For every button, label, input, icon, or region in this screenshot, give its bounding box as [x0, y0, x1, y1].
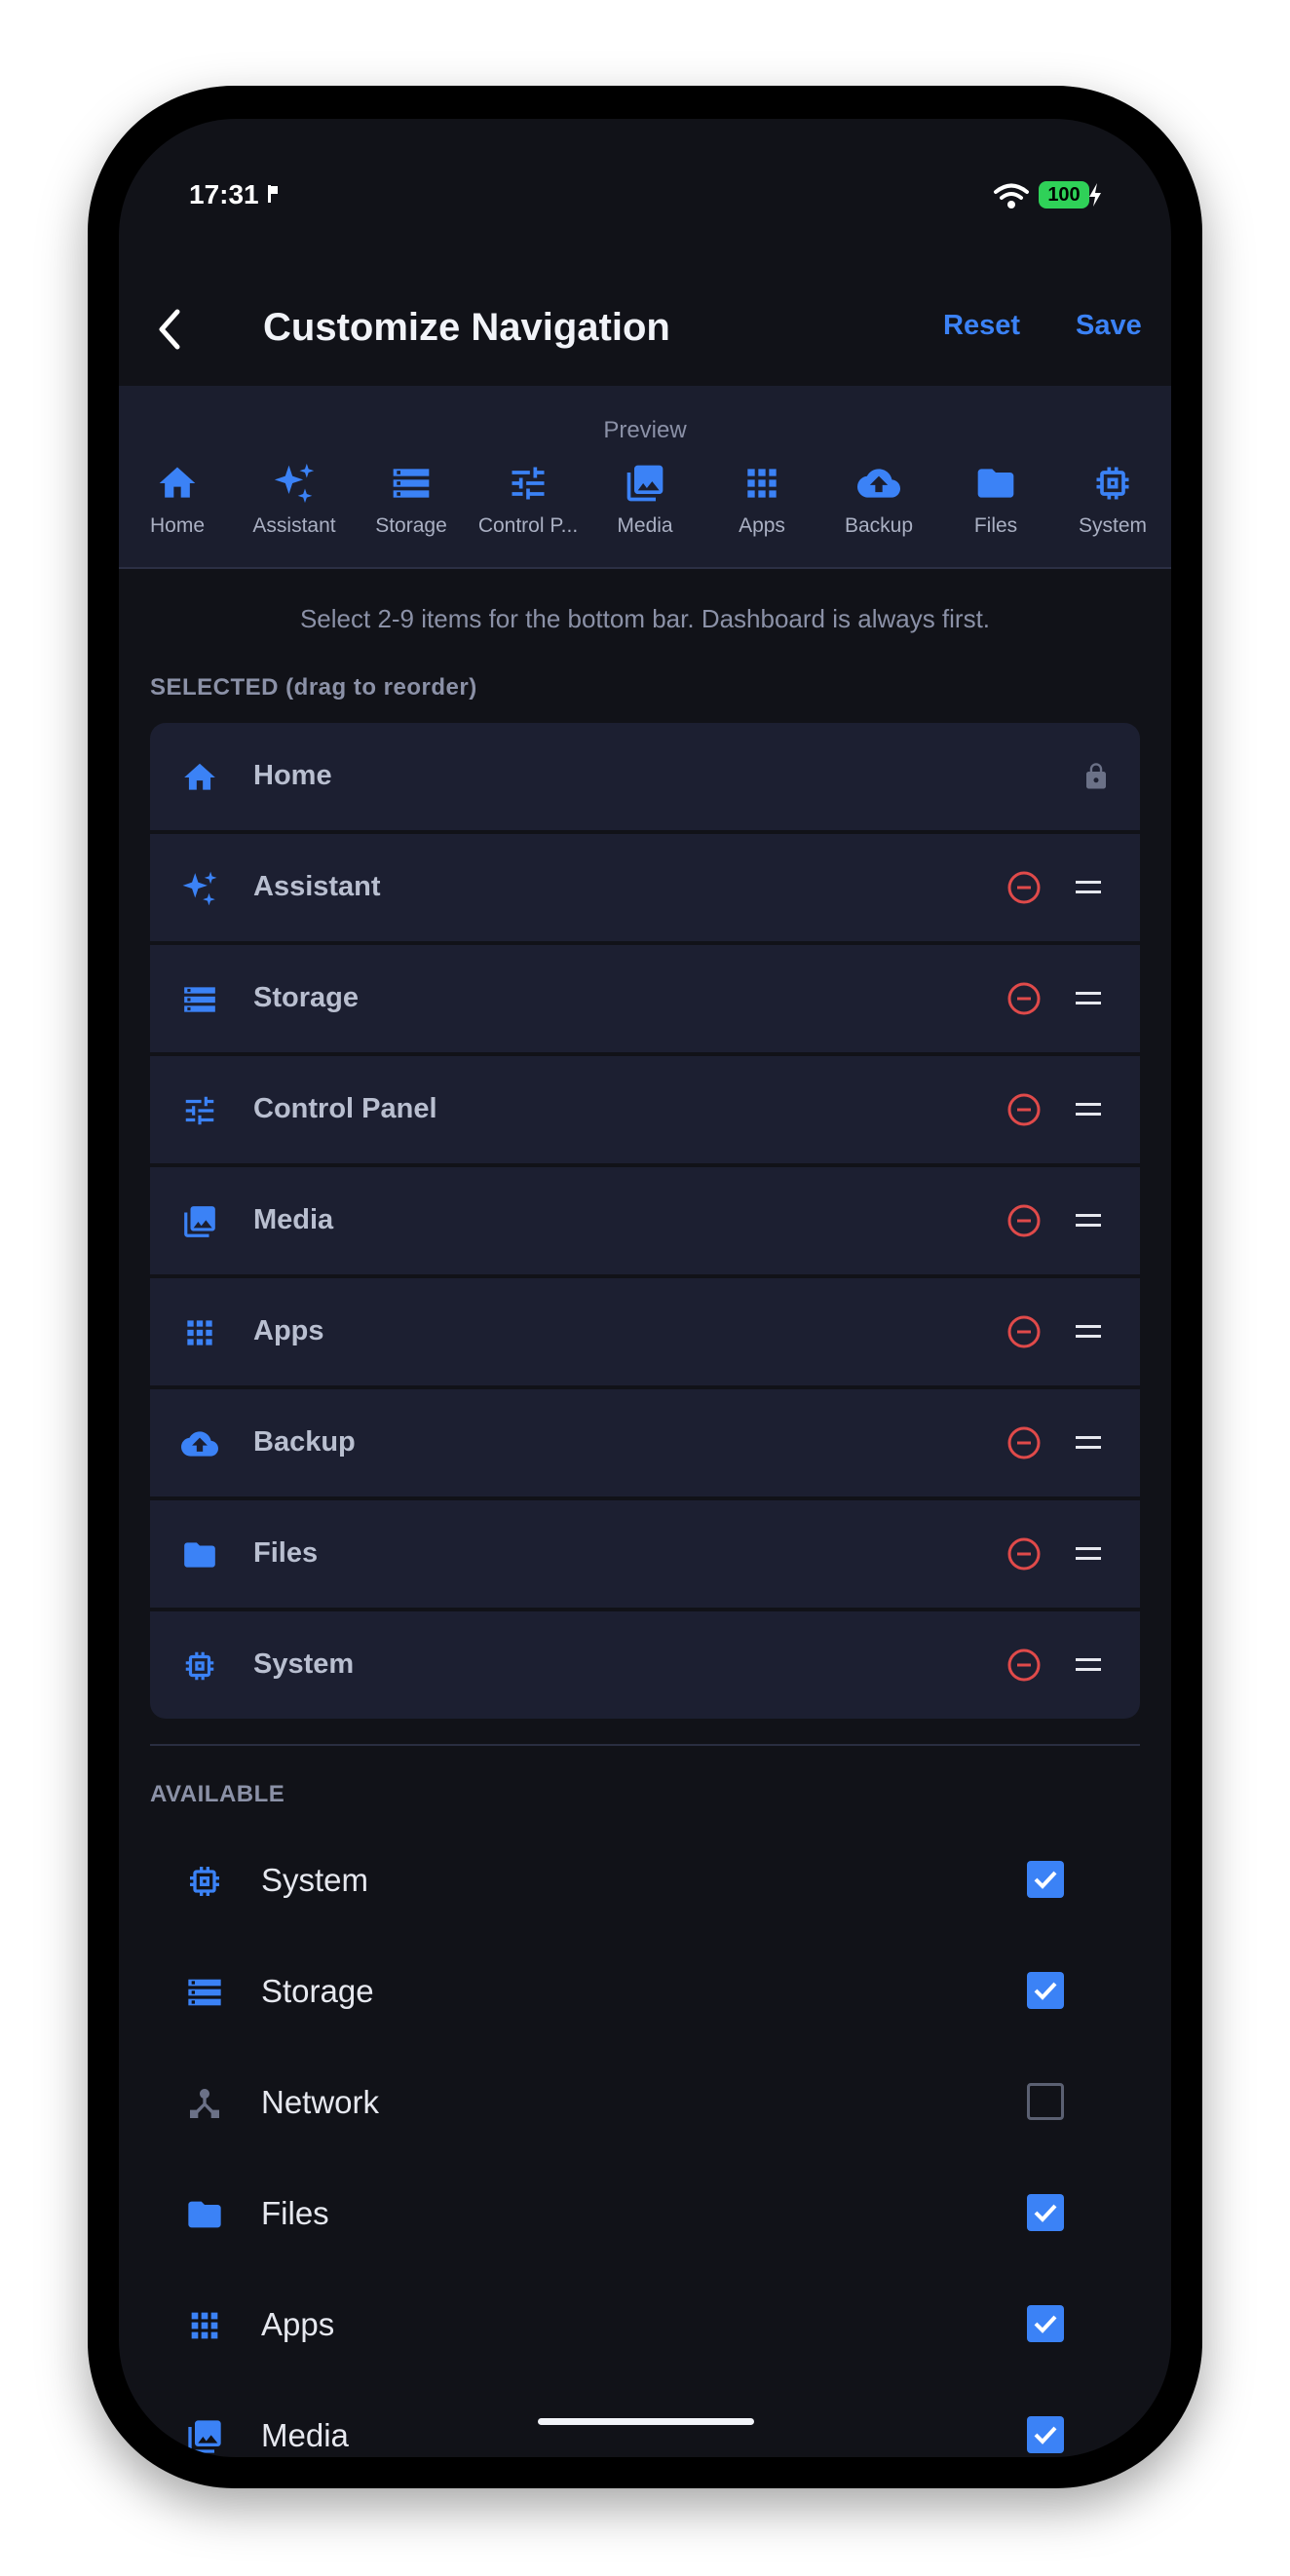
- sliders-icon: [512, 467, 545, 500]
- network-icon: [190, 2089, 219, 2118]
- section-divider: [150, 1744, 1140, 1746]
- hint-text: Select 2-9 items for the bottom bar. Das…: [299, 604, 991, 633]
- available-item-storage[interactable]: Storage: [150, 1937, 1140, 2048]
- check-icon: [1034, 1871, 1057, 1889]
- back-button[interactable]: [148, 302, 195, 357]
- chip-icon: [190, 1867, 219, 1896]
- preview-item-backup: Backup: [820, 462, 937, 538]
- storage-icon: [184, 987, 215, 1012]
- folder-icon: [188, 2201, 221, 2228]
- available-item-network[interactable]: Network: [150, 2048, 1140, 2159]
- check-icon: [1034, 2315, 1057, 2333]
- sliders-icon: [185, 1096, 214, 1125]
- lock-icon: [1086, 763, 1106, 789]
- check-icon: [1034, 2426, 1057, 2444]
- selected-item-storage[interactable]: Storage: [150, 945, 1140, 1052]
- selected-item-home: Home: [150, 723, 1140, 830]
- drag-handle-icon[interactable]: [1074, 1654, 1103, 1676]
- remove-icon[interactable]: [1005, 980, 1043, 1017]
- photo-library-icon: [626, 465, 664, 502]
- page-title: Customize Navigation: [263, 306, 670, 349]
- preview-item-files: Files: [937, 462, 1054, 538]
- apps-grid-icon: [191, 2312, 218, 2339]
- cloud-upload-icon: [857, 469, 900, 498]
- storage-icon: [393, 469, 430, 498]
- available-item-system[interactable]: System: [150, 1826, 1140, 1937]
- checkbox-checked[interactable]: [1027, 2194, 1064, 2231]
- preview-item-control-panel: Control P...: [470, 462, 587, 538]
- selected-item-assistant[interactable]: Assistant: [150, 834, 1140, 941]
- selected-item-media[interactable]: Media: [150, 1167, 1140, 1274]
- folder-icon: [184, 1542, 215, 1568]
- drag-handle-icon[interactable]: [1074, 988, 1103, 1009]
- checkbox-checked[interactable]: [1027, 2305, 1064, 2342]
- drag-handle-icon[interactable]: [1074, 1543, 1103, 1565]
- home-icon: [159, 467, 196, 498]
- chip-icon: [185, 1651, 214, 1681]
- photo-library-icon: [184, 1206, 215, 1237]
- preview-label: Preview: [603, 417, 687, 443]
- remove-icon[interactable]: [1005, 869, 1043, 906]
- available-heading: AVAILABLE: [150, 1781, 285, 1807]
- preview-item-home: Home: [119, 462, 236, 538]
- drag-handle-icon[interactable]: [1074, 1432, 1103, 1454]
- selected-item-system[interactable]: System: [150, 1611, 1140, 1719]
- drag-handle-icon[interactable]: [1074, 1321, 1103, 1343]
- status-flag-icon: [268, 185, 278, 203]
- storage-icon: [188, 1979, 221, 2006]
- status-time: 17:31: [189, 179, 259, 209]
- drag-handle-icon[interactable]: [1074, 1210, 1103, 1231]
- sparkle-icon: [182, 871, 217, 906]
- selected-item-apps[interactable]: Apps: [150, 1278, 1140, 1385]
- save-button[interactable]: Save: [1076, 310, 1142, 342]
- checkbox-checked[interactable]: [1027, 1861, 1064, 1898]
- remove-icon[interactable]: [1005, 1091, 1043, 1128]
- home-indicator[interactable]: [538, 2418, 754, 2425]
- preview-item-assistant: Assistant: [236, 462, 353, 538]
- available-item-files[interactable]: Files: [150, 2159, 1140, 2270]
- app-screen: 17:31 100 Customize Navigation Reset Sav…: [119, 119, 1171, 2457]
- preview-item-storage: Storage: [353, 462, 470, 538]
- charging-icon: [1089, 183, 1101, 207]
- checkbox-checked[interactable]: [1027, 2416, 1064, 2453]
- drag-handle-icon[interactable]: [1074, 877, 1103, 898]
- remove-icon[interactable]: [1005, 1202, 1043, 1239]
- home-icon: [184, 763, 215, 790]
- selected-item-control-panel[interactable]: Control Panel: [150, 1056, 1140, 1163]
- check-icon: [1034, 2204, 1057, 2222]
- chip-icon: [1096, 467, 1129, 500]
- checkbox-checked[interactable]: [1027, 1972, 1064, 2009]
- checkbox-unchecked[interactable]: [1027, 2083, 1064, 2120]
- remove-icon[interactable]: [1005, 1424, 1043, 1461]
- cloud-upload-icon: [181, 1431, 218, 1457]
- selected-heading: SELECTED (drag to reorder): [150, 674, 477, 701]
- battery-indicator: 100: [1039, 181, 1089, 208]
- folder-icon: [977, 469, 1014, 498]
- apps-grid-icon: [187, 1320, 212, 1345]
- preview-item-media: Media: [587, 462, 703, 538]
- selected-item-files[interactable]: Files: [150, 1500, 1140, 1608]
- sparkle-icon: [274, 463, 315, 504]
- drag-handle-icon[interactable]: [1074, 1099, 1103, 1120]
- remove-icon[interactable]: [1005, 1313, 1043, 1350]
- preview-item-apps: Apps: [703, 462, 820, 538]
- available-item-apps[interactable]: Apps: [150, 2270, 1140, 2381]
- remove-icon[interactable]: [1005, 1647, 1043, 1684]
- selected-item-backup[interactable]: Backup: [150, 1389, 1140, 1496]
- reset-button[interactable]: Reset: [943, 310, 1020, 342]
- check-icon: [1034, 1982, 1057, 2000]
- wifi-icon: [994, 183, 1029, 208]
- photo-library-icon: [188, 2420, 221, 2453]
- apps-grid-icon: [747, 469, 777, 498]
- remove-icon[interactable]: [1005, 1535, 1043, 1572]
- preview-item-system: System: [1054, 462, 1171, 538]
